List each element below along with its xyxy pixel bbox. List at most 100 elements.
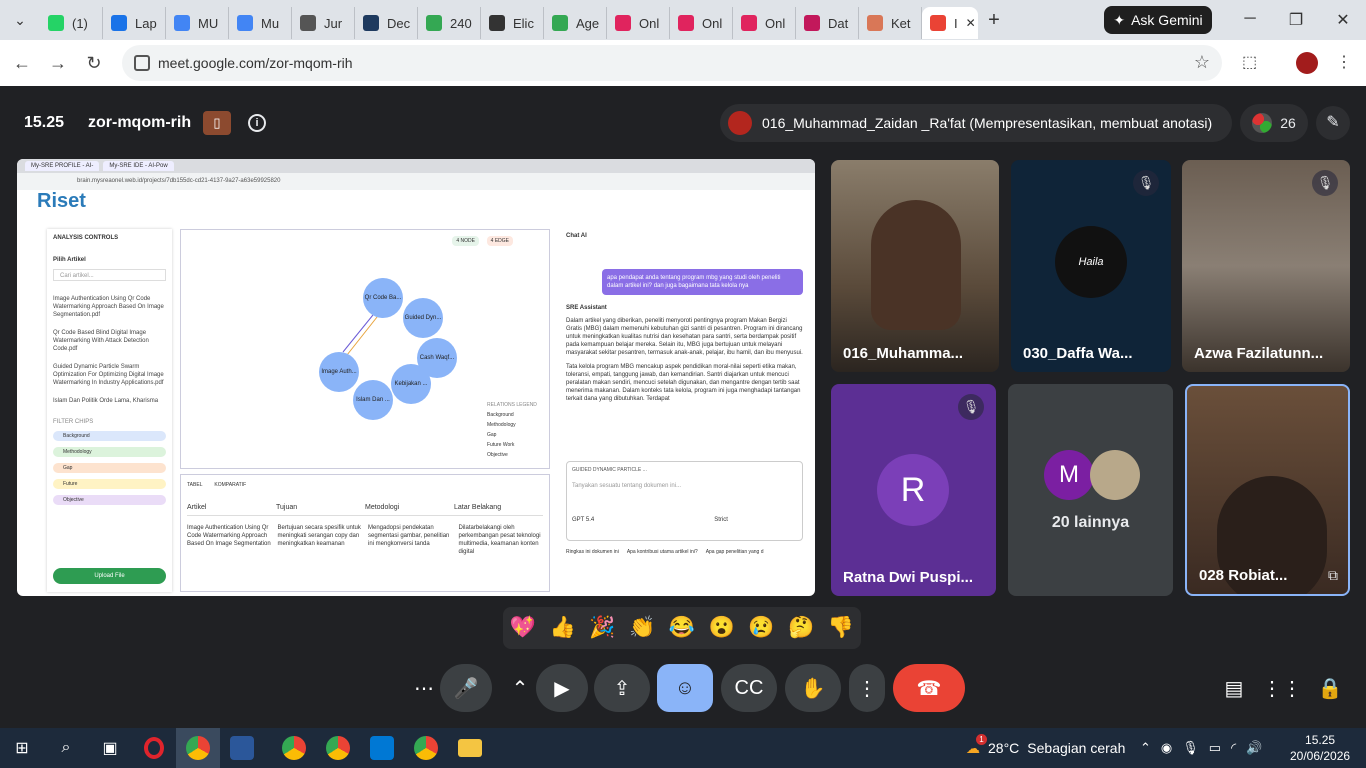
- reaction-emoji[interactable]: 🎉: [589, 616, 615, 640]
- host-lock-button[interactable]: 🔒: [1312, 664, 1348, 712]
- reaction-emoji[interactable]: 😮: [709, 616, 735, 640]
- graph-node[interactable]: Kebijakan ...: [391, 364, 431, 404]
- browser-tab[interactable]: MU: [166, 7, 229, 39]
- chat-button[interactable]: ▤: [1216, 664, 1252, 712]
- participant-tile[interactable]: 🎙 Azwa Fazilatunn...: [1182, 160, 1350, 372]
- graph-node[interactable]: Image Auth...: [319, 352, 359, 392]
- minimize-button[interactable]: ─: [1240, 10, 1260, 28]
- presenter-chip[interactable]: 016_Muhammad_Zaidan _Ra'fat (Mempresenta…: [720, 104, 1232, 142]
- more-options-button[interactable]: ⋮: [849, 664, 885, 712]
- start-icon[interactable]: ⊞: [0, 728, 44, 768]
- maximize-button[interactable]: ❐: [1286, 10, 1306, 30]
- bookmark-star-icon[interactable]: ☆: [1194, 52, 1210, 73]
- article-item[interactable]: Image Authentication Using Qr Code Water…: [53, 295, 166, 319]
- table-tab[interactable]: TABEL: [187, 482, 202, 488]
- participant-tile[interactable]: 🎙 Haila 030_Daffa Wa...: [1011, 160, 1171, 372]
- microphone-button[interactable]: 🎤: [440, 664, 492, 712]
- upload-file-button[interactable]: Upload File: [53, 568, 166, 584]
- ask-gemini-button[interactable]: ✦ Ask Gemini: [1104, 6, 1212, 34]
- forward-icon[interactable]: →: [40, 53, 76, 74]
- browser-menu-icon[interactable]: ⋮: [1336, 52, 1352, 72]
- filter-chip[interactable]: Objective: [53, 495, 166, 505]
- participant-tile[interactable]: 🎙 R Ratna Dwi Puspi...: [831, 384, 996, 596]
- reactions-button[interactable]: ☺: [657, 664, 713, 712]
- browser-tab[interactable]: Mu: [229, 7, 292, 39]
- close-window-button[interactable]: ✕: [1333, 10, 1353, 30]
- chrome-icon[interactable]: [176, 728, 220, 768]
- browser-tab[interactable]: Onl: [733, 7, 796, 39]
- mic-tray-icon[interactable]: 🎙: [1182, 740, 1199, 756]
- suggestion-chip[interactable]: Apa kontribusi utama artikel ini?: [627, 549, 698, 555]
- browser-tab[interactable]: Dat: [796, 7, 859, 39]
- others-tile[interactable]: M 20 lainnya: [1008, 384, 1173, 596]
- filter-chip[interactable]: Background: [53, 431, 166, 441]
- graph-node[interactable]: Qr Code Ba...: [363, 278, 403, 318]
- table-tab[interactable]: KOMPARATIF: [214, 482, 246, 488]
- reaction-emoji[interactable]: 🤔: [788, 616, 814, 640]
- task-view-icon[interactable]: ▣: [88, 728, 132, 768]
- browser-tab[interactable]: 240: [418, 7, 481, 39]
- host-controls-icon[interactable]: ▯: [203, 111, 231, 135]
- reaction-emoji[interactable]: 😂: [669, 616, 695, 640]
- suggestion-chip[interactable]: Ringkas ini dokumen ini: [566, 549, 619, 555]
- word-icon[interactable]: [220, 728, 264, 768]
- browser-tab[interactable]: Onl: [670, 7, 733, 39]
- present-button[interactable]: ⇪: [594, 664, 650, 712]
- pip-icon[interactable]: ⧉: [1328, 567, 1338, 584]
- tray-chevron-icon[interactable]: ⌃: [1140, 740, 1151, 756]
- article-item[interactable]: Qr Code Based Blind Digital Image Waterm…: [53, 329, 166, 353]
- reaction-emoji[interactable]: 💖: [510, 616, 536, 640]
- wifi-icon[interactable]: ◜: [1231, 740, 1236, 756]
- browser-tab[interactable]: Onl: [607, 7, 670, 39]
- article-search-input[interactable]: Cari artikel...: [53, 269, 166, 281]
- chat-input[interactable]: Tanyakan sesuatu tentang dokumen ini...: [572, 483, 797, 489]
- filter-chip[interactable]: Future: [53, 479, 166, 489]
- reaction-emoji[interactable]: 👍: [550, 616, 576, 640]
- filter-chip[interactable]: Gap: [53, 463, 166, 473]
- participant-tile[interactable]: 028 Robiat... ⧉: [1185, 384, 1350, 596]
- meeting-info-icon[interactable]: i: [248, 114, 266, 132]
- people-button[interactable]: 26: [1240, 104, 1308, 142]
- browser-tab[interactable]: Age: [544, 7, 607, 39]
- chrome-profile-icon[interactable]: [316, 728, 360, 768]
- more-audio-options-icon[interactable]: ⋯: [406, 664, 442, 712]
- browser-tab[interactable]: Ket: [859, 7, 922, 39]
- captions-button[interactable]: CC: [721, 664, 777, 712]
- reaction-emoji[interactable]: 👏: [629, 616, 655, 640]
- address-bar[interactable]: meet.google.com/zor-mqom-rih ☆: [122, 45, 1222, 81]
- reaction-emoji[interactable]: 😢: [748, 616, 774, 640]
- volume-icon[interactable]: 🔊: [1246, 740, 1262, 756]
- camera-tray-icon[interactable]: ◉: [1161, 740, 1172, 756]
- browser-tab[interactable]: I ✕: [922, 7, 978, 39]
- article-item[interactable]: Guided Dynamic Particle Swarm Optimizati…: [53, 363, 166, 387]
- article-item[interactable]: Islam Dan Politik Orde Lama, Kharisma Po…: [53, 397, 166, 405]
- suggestion-chip[interactable]: Apa gap penelitian yang d: [706, 549, 764, 555]
- chrome-profile-icon[interactable]: [404, 728, 448, 768]
- chat-input-box[interactable]: GUIDED DYNAMIC PARTICLE ... Tanyakan ses…: [566, 461, 803, 541]
- browser-tab[interactable]: Jur: [292, 7, 355, 39]
- site-info-icon[interactable]: [134, 55, 150, 71]
- mode-select[interactable]: Strict: [714, 517, 728, 523]
- tab-search-icon[interactable]: ⌄: [0, 0, 40, 40]
- close-tab-icon[interactable]: ✕: [966, 16, 976, 30]
- filter-chip[interactable]: Methodology: [53, 447, 166, 457]
- reload-icon[interactable]: ↻: [76, 53, 112, 74]
- activities-button[interactable]: ⋮⋮: [1262, 664, 1302, 712]
- search-icon[interactable]: ⌕: [44, 728, 88, 768]
- graph-node[interactable]: Guided Dyn...: [403, 298, 443, 338]
- browser-tab[interactable]: Elic: [481, 7, 544, 39]
- leave-call-button[interactable]: ☎: [893, 664, 965, 712]
- browser-tab[interactable]: (1): [40, 7, 103, 39]
- profile-avatar[interactable]: [1296, 52, 1318, 74]
- opera-icon[interactable]: [132, 728, 176, 768]
- context-chip[interactable]: GUIDED DYNAMIC PARTICLE ...: [572, 467, 797, 473]
- vscode-icon[interactable]: [360, 728, 404, 768]
- model-select[interactable]: GPT 5.4: [572, 517, 594, 523]
- raise-hand-button[interactable]: ✋: [785, 664, 841, 712]
- reaction-emoji[interactable]: 👎: [828, 616, 854, 640]
- camera-button[interactable]: ▶: [536, 664, 588, 712]
- extensions-icon[interactable]: ⬚: [1242, 52, 1257, 72]
- back-icon[interactable]: ←: [4, 53, 40, 74]
- new-tab-button[interactable]: +: [978, 9, 1010, 32]
- weather-widget[interactable]: ☁ 1 28°C Sebagian cerah: [966, 728, 1125, 768]
